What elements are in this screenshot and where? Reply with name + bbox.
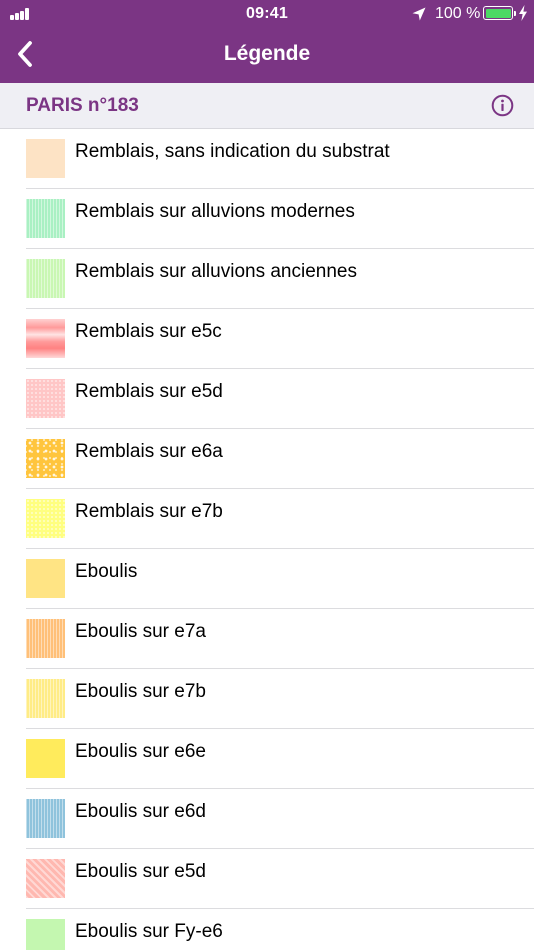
legend-row[interactable]: Eboulis sur e6e (0, 729, 534, 789)
battery-fill (485, 8, 511, 18)
legend-row[interactable]: Eboulis sur e7b (0, 669, 534, 729)
legend-label: Remblais sur e7b (75, 501, 223, 522)
legend-label: Remblais sur e5c (75, 321, 222, 342)
legend-label: Remblais sur alluvions modernes (75, 201, 355, 222)
status-bar: 09:41 100 % (0, 0, 534, 28)
legend-swatch (26, 379, 65, 418)
legend-row[interactable]: Remblais sur alluvions anciennes (0, 249, 534, 309)
battery-icon (483, 6, 516, 20)
legend-swatch (26, 679, 65, 718)
legend-swatch (26, 139, 65, 178)
legend-label: Eboulis sur e7a (75, 621, 206, 642)
legend-swatch (26, 319, 65, 358)
legend-swatch (26, 799, 65, 838)
legend-swatch (26, 859, 65, 898)
legend-swatch (26, 919, 65, 950)
charging-bolt-icon (519, 5, 527, 21)
battery-percentage: 100 % (435, 5, 481, 22)
legend-label: Eboulis sur e6e (75, 741, 206, 762)
page-title: Légende (223, 42, 311, 65)
legend-row[interactable]: Eboulis sur e6d (0, 789, 534, 849)
location-arrow-icon (412, 7, 426, 21)
legend-label: Eboulis (75, 561, 138, 582)
legend-swatch (26, 439, 65, 478)
top-bar: 09:41 100 % Légende (0, 0, 534, 83)
legend-label: Remblais sur e5d (75, 381, 223, 402)
legend-swatch (26, 619, 65, 658)
navigation-bar: Légende (0, 28, 534, 83)
legend-row[interactable]: Eboulis sur e5d (0, 849, 534, 909)
legend-list: Remblais, sans indication du substrat Rem… (0, 129, 534, 950)
legend-label: Eboulis sur Fy-e6 (75, 921, 223, 942)
legend-swatch (26, 259, 65, 298)
legend-swatch (26, 199, 65, 238)
legend-label: Eboulis sur e5d (75, 861, 206, 882)
legend-row[interactable]: Eboulis sur e7a (0, 609, 534, 669)
legend-row[interactable]: Remblais sur e5d (0, 369, 534, 429)
info-icon[interactable] (491, 94, 514, 117)
legend-row[interactable]: Remblais, sans indication du substrat (0, 129, 534, 189)
legend-swatch (26, 739, 65, 778)
legend-label: Eboulis sur e6d (75, 801, 206, 822)
legend-row[interactable]: Remblais sur e7b (0, 489, 534, 549)
legend-row[interactable]: Eboulis sur Fy-e6 (0, 909, 534, 950)
legend-swatch (26, 559, 65, 598)
legend-row[interactable]: Eboulis (0, 549, 534, 609)
section-header: PARIS n°183 (0, 83, 534, 129)
legend-row[interactable]: Remblais sur alluvions modernes (0, 189, 534, 249)
legend-row[interactable]: Remblais sur e5c (0, 309, 534, 369)
legend-label: Eboulis sur e7b (75, 681, 206, 702)
legend-row[interactable]: Remblais sur e6a (0, 429, 534, 489)
legend-label: Remblais, sans indication du substrat (75, 141, 390, 162)
section-title: PARIS n°183 (26, 95, 139, 116)
legend-swatch (26, 499, 65, 538)
legend-label: Remblais sur e6a (75, 441, 223, 462)
legend-label: Remblais sur alluvions anciennes (75, 261, 357, 282)
